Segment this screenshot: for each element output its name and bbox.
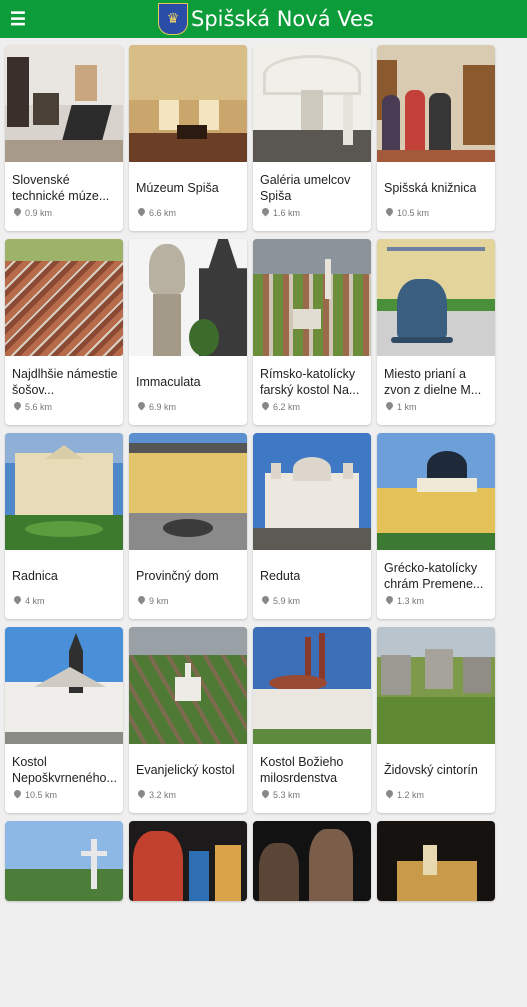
place-photo — [253, 627, 371, 744]
location-pin-icon — [386, 790, 393, 800]
location-pin-icon — [14, 208, 21, 218]
location-pin-icon — [386, 596, 393, 606]
place-card[interactable]: Immaculata 6.9 km — [129, 239, 247, 425]
place-photo — [253, 239, 371, 356]
place-distance: 9 km — [149, 596, 169, 606]
place-name: Najdlhšie námestie šošov... — [12, 367, 118, 397]
place-distance: 10.5 km — [25, 790, 58, 800]
location-pin-icon — [386, 402, 393, 412]
place-photo — [377, 821, 495, 901]
location-pin-icon — [14, 402, 21, 412]
place-photo — [253, 433, 371, 550]
place-photo — [377, 239, 495, 356]
location-pin-icon — [386, 208, 393, 218]
place-card[interactable] — [253, 821, 371, 901]
place-distance: 1.3 km — [397, 596, 425, 606]
location-pin-icon — [14, 790, 21, 800]
place-name: Grécko-katolícky chrám Premene... — [384, 561, 484, 591]
place-photo — [129, 433, 247, 550]
place-photo — [129, 239, 247, 356]
place-distance: 6.2 km — [273, 402, 301, 412]
place-name: Rímsko-katolícky farský kostol Na... — [260, 367, 360, 397]
place-name: Slovenské technické múze... — [12, 173, 110, 203]
place-photo — [377, 45, 495, 162]
place-card[interactable]: Kostol Božieho milosrdenstva 5.3 km — [253, 627, 371, 813]
menu-icon: ☰ — [9, 8, 27, 29]
place-card[interactable]: Miesto prianí a zvon z dielne M... 1 km — [377, 239, 495, 425]
place-distance: 1.2 km — [397, 790, 425, 800]
location-pin-icon — [138, 208, 145, 218]
place-distance: 3.2 km — [149, 790, 177, 800]
place-distance: 1 km — [397, 402, 417, 412]
app-title: Spišská Nová Ves — [191, 7, 374, 31]
place-photo — [129, 627, 247, 744]
place-distance: 5.3 km — [273, 790, 301, 800]
place-distance: 10.5 km — [397, 208, 430, 218]
place-photo — [129, 45, 247, 162]
place-card[interactable]: Provinčný dom 9 km — [129, 433, 247, 619]
place-name: Miesto prianí a zvon z dielne M... — [384, 367, 482, 397]
place-card[interactable]: Kostol Nepoškvrneného... 10.5 km — [5, 627, 123, 813]
place-photo — [377, 627, 495, 744]
location-pin-icon — [262, 790, 269, 800]
place-card[interactable] — [377, 821, 495, 901]
place-name: Provinčný dom — [136, 569, 219, 583]
place-name: Evanjelický kostol — [136, 763, 235, 777]
place-card[interactable]: Spišská knižnica 10.5 km — [377, 45, 495, 231]
place-photo — [253, 821, 371, 901]
place-distance: 1.6 km — [273, 208, 301, 218]
place-name: Židovský cintorín — [384, 763, 478, 777]
place-photo — [5, 239, 123, 356]
place-card[interactable]: Rímsko-katolícky farský kostol Na... 6.2… — [253, 239, 371, 425]
place-distance: 0.9 km — [25, 208, 53, 218]
place-card[interactable]: Evanjelický kostol 3.2 km — [129, 627, 247, 813]
location-pin-icon — [262, 208, 269, 218]
place-distance: 5.9 km — [273, 596, 301, 606]
place-photo — [253, 45, 371, 162]
place-name: Múzeum Spiša — [136, 181, 219, 195]
place-card[interactable] — [5, 821, 123, 901]
place-card[interactable]: Najdlhšie námestie šošov... 5.6 km — [5, 239, 123, 425]
place-card[interactable]: Reduta 5.9 km — [253, 433, 371, 619]
place-card[interactable] — [129, 821, 247, 901]
menu-button[interactable]: ☰ — [0, 0, 36, 38]
location-pin-icon — [262, 596, 269, 606]
place-card[interactable]: Galéria umelcov Spiša 1.6 km — [253, 45, 371, 231]
location-pin-icon — [138, 402, 145, 412]
place-name: Immaculata — [136, 375, 201, 389]
place-card[interactable]: Múzeum Spiša 6.6 km — [129, 45, 247, 231]
place-card[interactable]: Grécko-katolícky chrám Premene... 1.3 km — [377, 433, 495, 619]
place-card[interactable]: Židovský cintorín 1.2 km — [377, 627, 495, 813]
place-distance: 6.9 km — [149, 402, 177, 412]
place-photo — [377, 433, 495, 550]
location-pin-icon — [138, 790, 145, 800]
place-photo — [5, 821, 123, 901]
coat-of-arms-icon: ♛ — [158, 3, 188, 35]
place-distance: 5.6 km — [25, 402, 53, 412]
place-photo — [5, 433, 123, 550]
place-distance: 6.6 km — [149, 208, 177, 218]
place-name: Galéria umelcov Spiša — [260, 173, 351, 203]
place-photo — [5, 627, 123, 744]
place-name: Reduta — [260, 569, 301, 583]
location-pin-icon — [14, 596, 21, 606]
place-card[interactable]: Radnica 4 km — [5, 433, 123, 619]
place-photo — [129, 821, 247, 901]
location-pin-icon — [262, 402, 269, 412]
place-name: Radnica — [12, 569, 58, 583]
place-name: Kostol Nepoškvrneného... — [12, 755, 117, 785]
places-grid: Slovenské technické múze... 0.9 km Múzeu… — [5, 45, 495, 1007]
place-card[interactable]: Slovenské technické múze... 0.9 km — [5, 45, 123, 231]
place-name: Kostol Božieho milosrdenstva — [260, 755, 344, 785]
place-distance: 4 km — [25, 596, 45, 606]
place-photo — [5, 45, 123, 162]
location-pin-icon — [138, 596, 145, 606]
app-bar: ☰ ♛ Spišská Nová Ves — [0, 0, 527, 38]
place-name: Spišská knižnica — [384, 181, 477, 195]
